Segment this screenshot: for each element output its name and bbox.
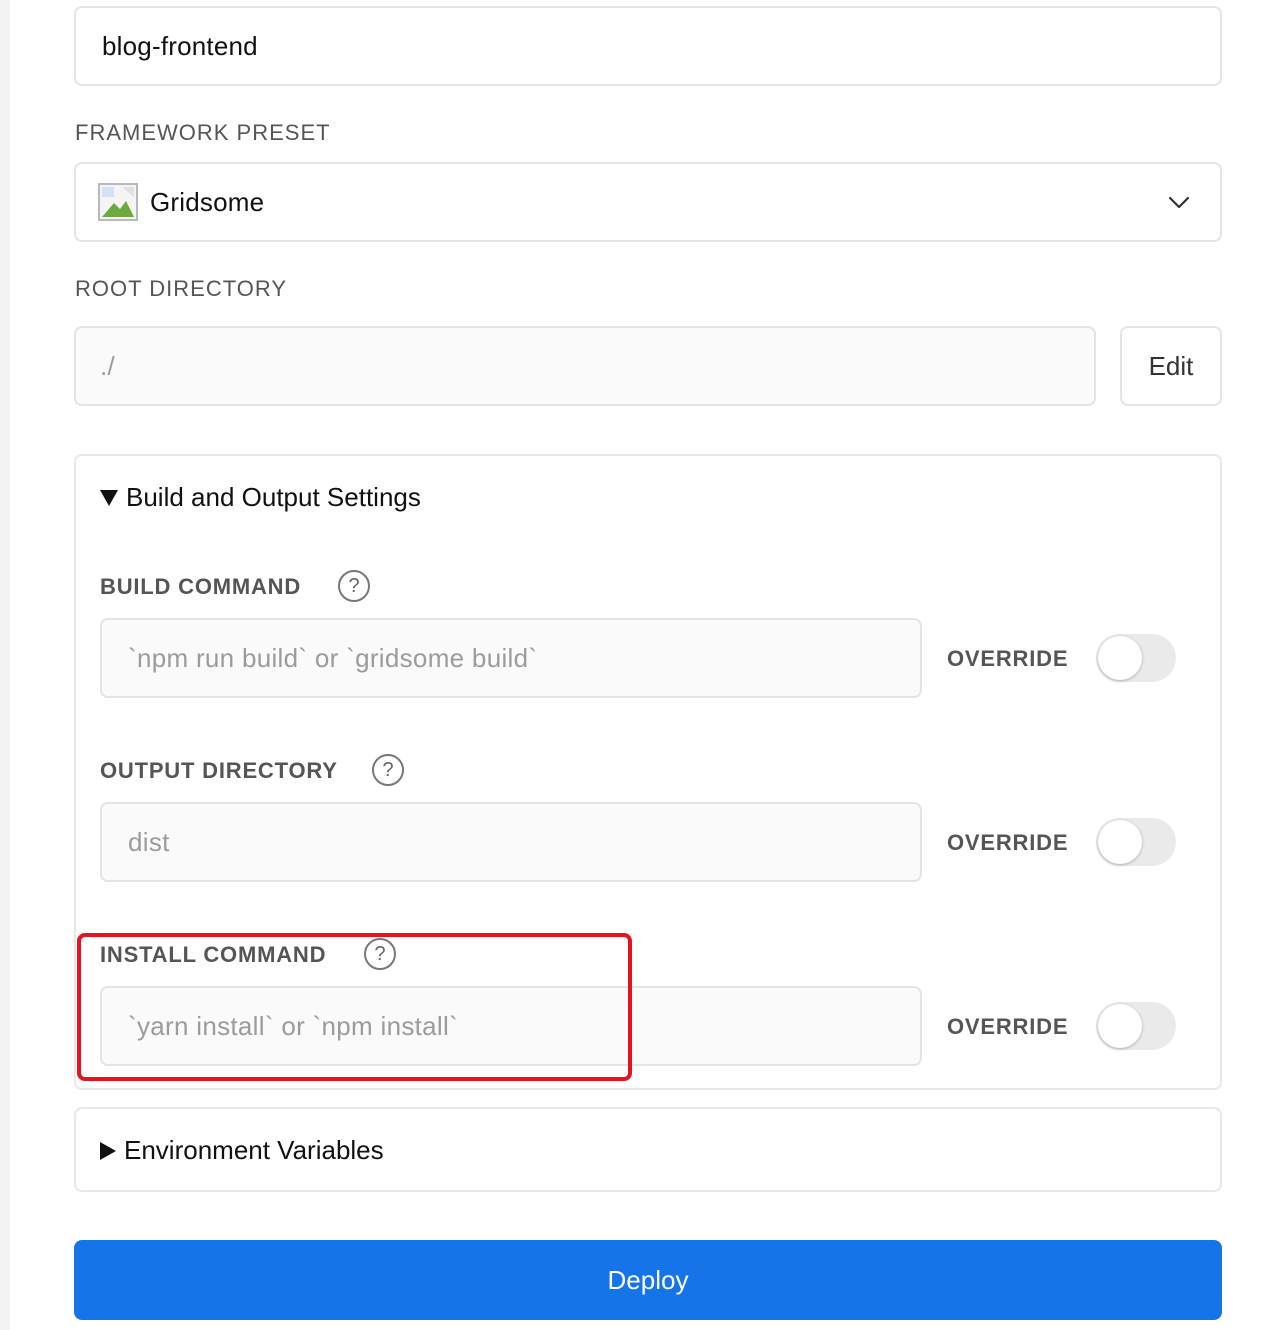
root-directory-value: ./ [100, 350, 116, 381]
framework-select[interactable]: Gridsome [74, 162, 1222, 242]
output-directory-override-label: OVERRIDE [947, 830, 1069, 855]
install-command-placeholder: `yarn install` or `npm install` [128, 1010, 459, 1041]
output-directory-override-toggle[interactable] [1096, 818, 1176, 866]
toggle-knob [1098, 636, 1142, 680]
deploy-button[interactable]: Deploy [74, 1240, 1222, 1320]
project-name-input[interactable]: blog-frontend [74, 6, 1222, 86]
output-directory-help-icon[interactable]: ? [372, 754, 404, 786]
build-command-override-label: OVERRIDE [947, 646, 1069, 671]
build-output-settings-toggle[interactable]: Build and Output Settings [100, 482, 421, 513]
output-directory-input[interactable]: dist [100, 802, 922, 882]
triangle-right-icon [100, 1141, 116, 1160]
install-command-help-icon[interactable]: ? [364, 938, 396, 970]
environment-variables-title: Environment Variables [124, 1135, 384, 1165]
build-command-help-icon[interactable]: ? [338, 570, 370, 602]
environment-variables-section[interactable]: Environment Variables [74, 1107, 1222, 1192]
broken-image-icon [98, 183, 138, 221]
framework-selected: Gridsome [150, 186, 265, 217]
output-directory-label: OUTPUT DIRECTORY [100, 758, 338, 783]
framework-preset-label: FRAMEWORK PRESET [75, 120, 331, 145]
project-name-value: blog-frontend [102, 30, 258, 61]
chevron-down-icon [1168, 196, 1190, 209]
root-directory-label: ROOT DIRECTORY [75, 276, 288, 301]
install-command-input[interactable]: `yarn install` or `npm install` [100, 986, 922, 1066]
build-output-settings-section: Build and Output Settings BUILD COMMAND … [74, 454, 1222, 1090]
output-directory-placeholder: dist [128, 826, 170, 857]
build-output-settings-title: Build and Output Settings [126, 482, 421, 512]
edit-root-directory-button[interactable]: Edit [1120, 326, 1222, 406]
page: blog-frontend FRAMEWORK PRESET Gridsome … [10, 0, 1284, 1330]
root-directory-input: ./ [74, 326, 1096, 406]
install-command-label: INSTALL COMMAND [100, 942, 327, 967]
toggle-knob [1098, 1004, 1142, 1048]
build-command-label: BUILD COMMAND [100, 574, 302, 599]
build-command-override-toggle[interactable] [1096, 634, 1176, 682]
build-command-input[interactable]: `npm run build` or `gridsome build` [100, 618, 922, 698]
environment-variables-toggle[interactable]: Environment Variables [100, 1135, 384, 1166]
build-command-placeholder: `npm run build` or `gridsome build` [128, 642, 538, 673]
install-command-override-toggle[interactable] [1096, 1002, 1176, 1050]
toggle-knob [1098, 820, 1142, 864]
triangle-down-icon [100, 489, 118, 506]
install-command-override-label: OVERRIDE [947, 1014, 1069, 1039]
